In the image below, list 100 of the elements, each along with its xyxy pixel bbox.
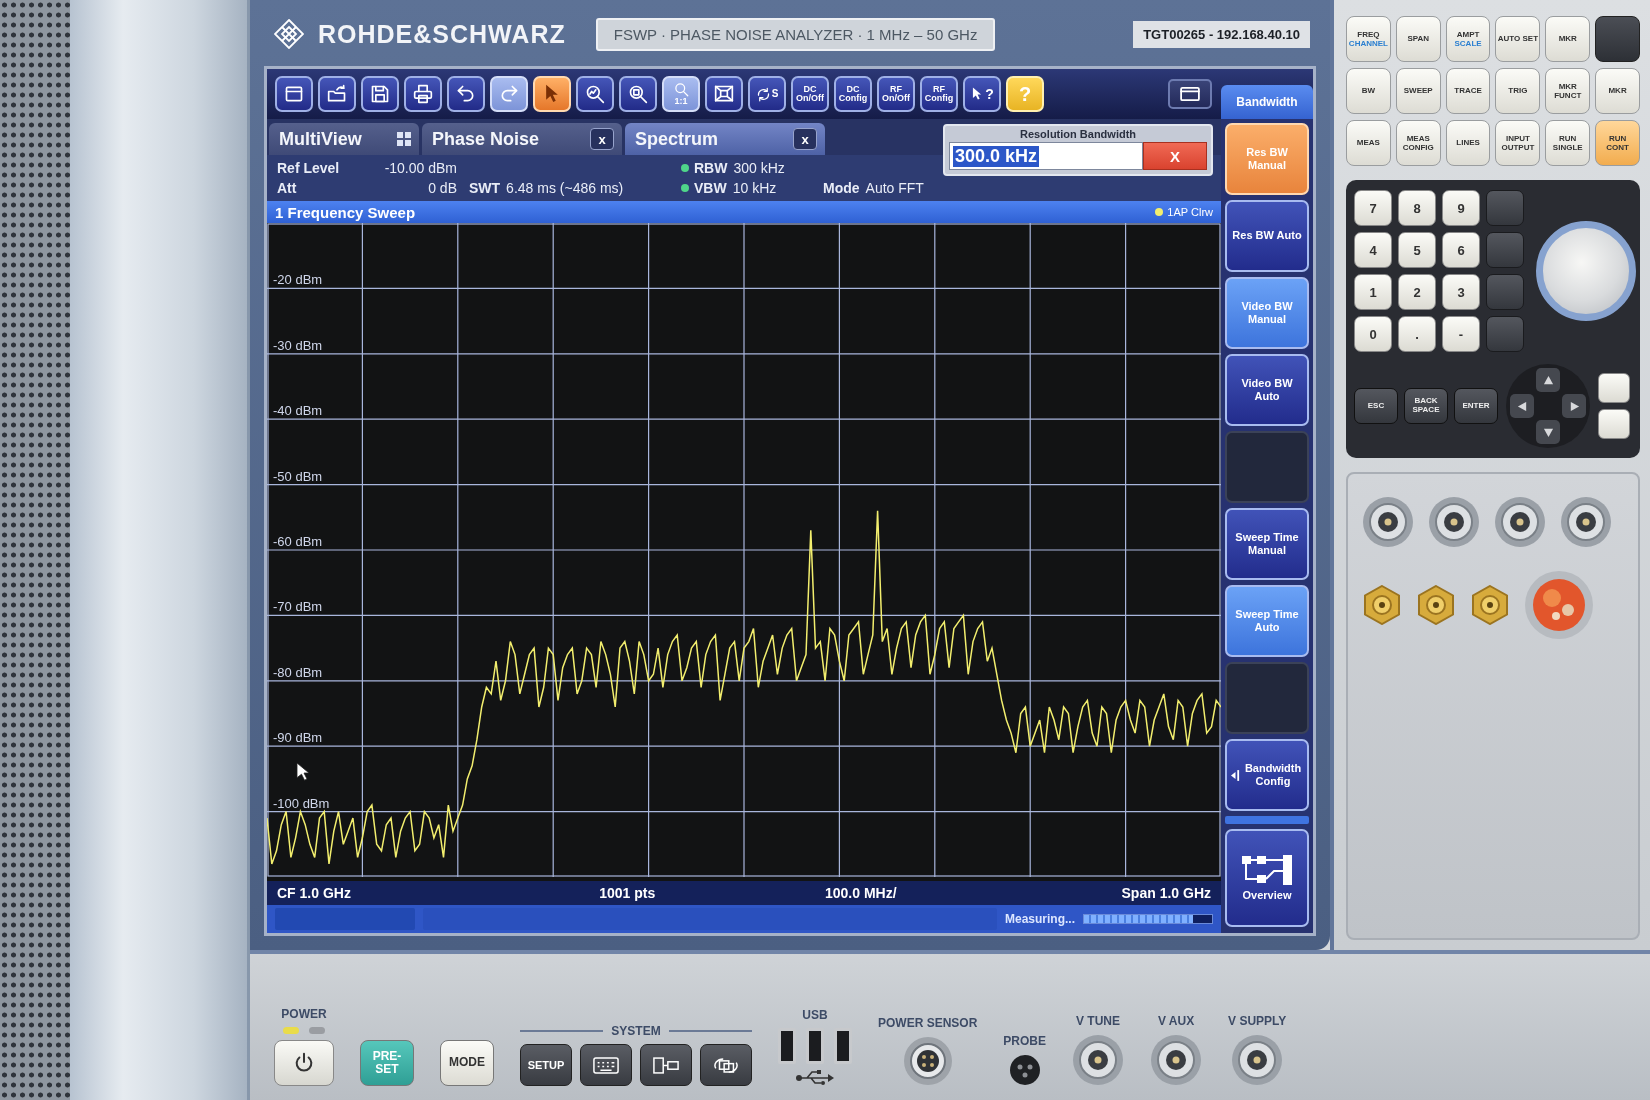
scale-label: 100.0 MHz/	[824, 885, 897, 901]
digit-key[interactable]: 0	[1354, 316, 1392, 352]
front-panel-key[interactable]: TRIG	[1495, 68, 1541, 114]
close-button[interactable]: x	[590, 128, 614, 150]
undo-arrow-icon	[456, 84, 476, 104]
port-label: USB	[802, 1008, 828, 1022]
tab[interactable]: MultiView	[269, 123, 419, 155]
tab[interactable]: Phase Noise x	[422, 123, 622, 155]
front-panel-key[interactable]: FREQ CHANNEL	[1346, 16, 1391, 62]
port-label: V AUX	[1157, 1014, 1195, 1028]
front-panel-key[interactable]: INPUT OUTPUT	[1495, 120, 1541, 166]
y-axis-label: -20 dBm	[273, 272, 323, 288]
setting-label: Mode	[823, 180, 860, 196]
front-panel-key[interactable]: RUN CONT	[1595, 120, 1640, 166]
view-button[interactable]	[1168, 79, 1212, 109]
toolbar-button[interactable]: DC Config	[834, 76, 872, 112]
setting-value: 300 kHz	[733, 160, 785, 176]
front-panel-key[interactable]: AMPT SCALE	[1445, 16, 1491, 62]
front-key[interactable]: MODE	[440, 1040, 494, 1086]
port-label: PROBE	[1003, 1034, 1047, 1048]
y-axis-label: -90 dBm	[273, 730, 323, 746]
system-key[interactable]	[580, 1044, 632, 1086]
softkey[interactable]: Sweep Time Manual	[1225, 508, 1309, 581]
window-switch-icon	[713, 1056, 739, 1074]
setting-label: SWT	[469, 180, 501, 196]
two-windows-icon	[653, 1056, 679, 1074]
toolbar-button[interactable]	[533, 76, 571, 112]
input-field[interactable]: 300.0 kHz	[949, 142, 1143, 170]
toolbar-button[interactable]	[705, 76, 743, 112]
front-panel-key[interactable]: LINES	[1445, 120, 1491, 166]
front-panel-key[interactable]: MKR	[1545, 16, 1591, 62]
port-label: V SUPPLY	[1228, 1014, 1287, 1028]
front-panel-key[interactable]: MKR FUNCT	[1545, 68, 1591, 114]
blank-key[interactable]	[1598, 373, 1630, 403]
digit-key[interactable]: 8	[1398, 190, 1436, 226]
system-key[interactable]: SETUP	[520, 1044, 572, 1086]
front-panel-key[interactable]	[1595, 16, 1640, 62]
front-panel-key[interactable]: AUTO SET	[1495, 16, 1541, 62]
arrow-key[interactable]	[1536, 368, 1560, 392]
softkey[interactable]: Video BW Auto	[1225, 354, 1309, 427]
power-button[interactable]	[274, 1040, 334, 1086]
diamond-logo-icon	[274, 19, 304, 49]
digit-key[interactable]: .	[1398, 316, 1436, 352]
digit-key[interactable]: 4	[1354, 232, 1392, 268]
softkey[interactable]: Sweep Time Auto	[1225, 585, 1309, 658]
toolbar-button[interactable]: ?	[963, 76, 1001, 112]
menu-tab[interactable]: Bandwidth	[1221, 85, 1313, 119]
close-button[interactable]: x	[793, 128, 817, 150]
toolbar-button[interactable]: RF On/Off	[877, 76, 915, 112]
toolbar-button[interactable]	[275, 76, 313, 112]
front-panel-key[interactable]: MKR	[1595, 68, 1640, 114]
grid-icon	[397, 132, 411, 146]
close-button[interactable]: X	[1143, 142, 1207, 170]
digit-key[interactable]: 5	[1398, 232, 1436, 268]
blank-key[interactable]	[1598, 409, 1630, 439]
toolbar-button[interactable]	[619, 76, 657, 112]
toolbar-button[interactable]	[318, 76, 356, 112]
toolbar-button[interactable]: DC On/Off	[791, 76, 829, 112]
toolbar-button[interactable]	[576, 76, 614, 112]
front-panel-key[interactable]: RUN SINGLE	[1545, 120, 1591, 166]
arrow-key[interactable]	[1562, 394, 1586, 418]
toolbar-button[interactable]	[447, 76, 485, 112]
edit-key[interactable]: ESC	[1354, 388, 1398, 424]
front-panel-key[interactable]: TRACE	[1445, 68, 1491, 114]
digit-key[interactable]: 1	[1354, 274, 1392, 310]
toolbar-button[interactable]	[361, 76, 399, 112]
tab[interactable]: Spectrum x	[625, 123, 825, 155]
folder-icon	[327, 84, 347, 104]
softkey[interactable]: Res BW Auto	[1225, 200, 1309, 273]
toolbar-button[interactable]: S	[748, 76, 786, 112]
digit-key[interactable]: 6	[1442, 232, 1480, 268]
y-axis-label: -50 dBm	[273, 468, 323, 484]
frame-icon	[714, 84, 734, 104]
system-key[interactable]	[640, 1044, 692, 1086]
softkey[interactable]: Overview	[1225, 829, 1309, 927]
front-panel-key[interactable]: MEAS CONFIG	[1395, 120, 1441, 166]
front-panel-key[interactable]: MEAS	[1346, 120, 1391, 166]
softkey[interactable]: Video BW Manual	[1225, 277, 1309, 350]
front-panel-key[interactable]: SWEEP	[1395, 68, 1441, 114]
arrow-key[interactable]	[1536, 420, 1560, 444]
system-key[interactable]	[700, 1044, 752, 1086]
bnc-connector	[1231, 1034, 1284, 1086]
softkey[interactable]: Bandwidth Config	[1225, 739, 1309, 812]
digit-key[interactable]: 3	[1442, 274, 1480, 310]
digit-key[interactable]: -	[1442, 316, 1480, 352]
front-panel-key[interactable]: SPAN	[1395, 16, 1441, 62]
digit-key[interactable]: 2	[1398, 274, 1436, 310]
edit-key[interactable]: ENTER	[1454, 388, 1498, 424]
arrow-down-icon	[1542, 426, 1554, 438]
arrow-key[interactable]	[1510, 394, 1534, 418]
toolbar-button[interactable]	[404, 76, 442, 112]
digit-key[interactable]: 9	[1442, 190, 1480, 226]
edit-key[interactable]: BACK SPACE	[1404, 388, 1448, 424]
digit-key[interactable]: 7	[1354, 190, 1392, 226]
setting-value: 10 kHz	[732, 180, 777, 196]
toolbar-button[interactable]: RF Config	[920, 76, 958, 112]
usb-symbol-icon	[795, 1070, 835, 1086]
setting-value: Auto FFT	[865, 180, 924, 196]
setting-value: -10.00 dBm	[384, 160, 457, 176]
front-panel-key[interactable]: BW	[1346, 68, 1391, 114]
